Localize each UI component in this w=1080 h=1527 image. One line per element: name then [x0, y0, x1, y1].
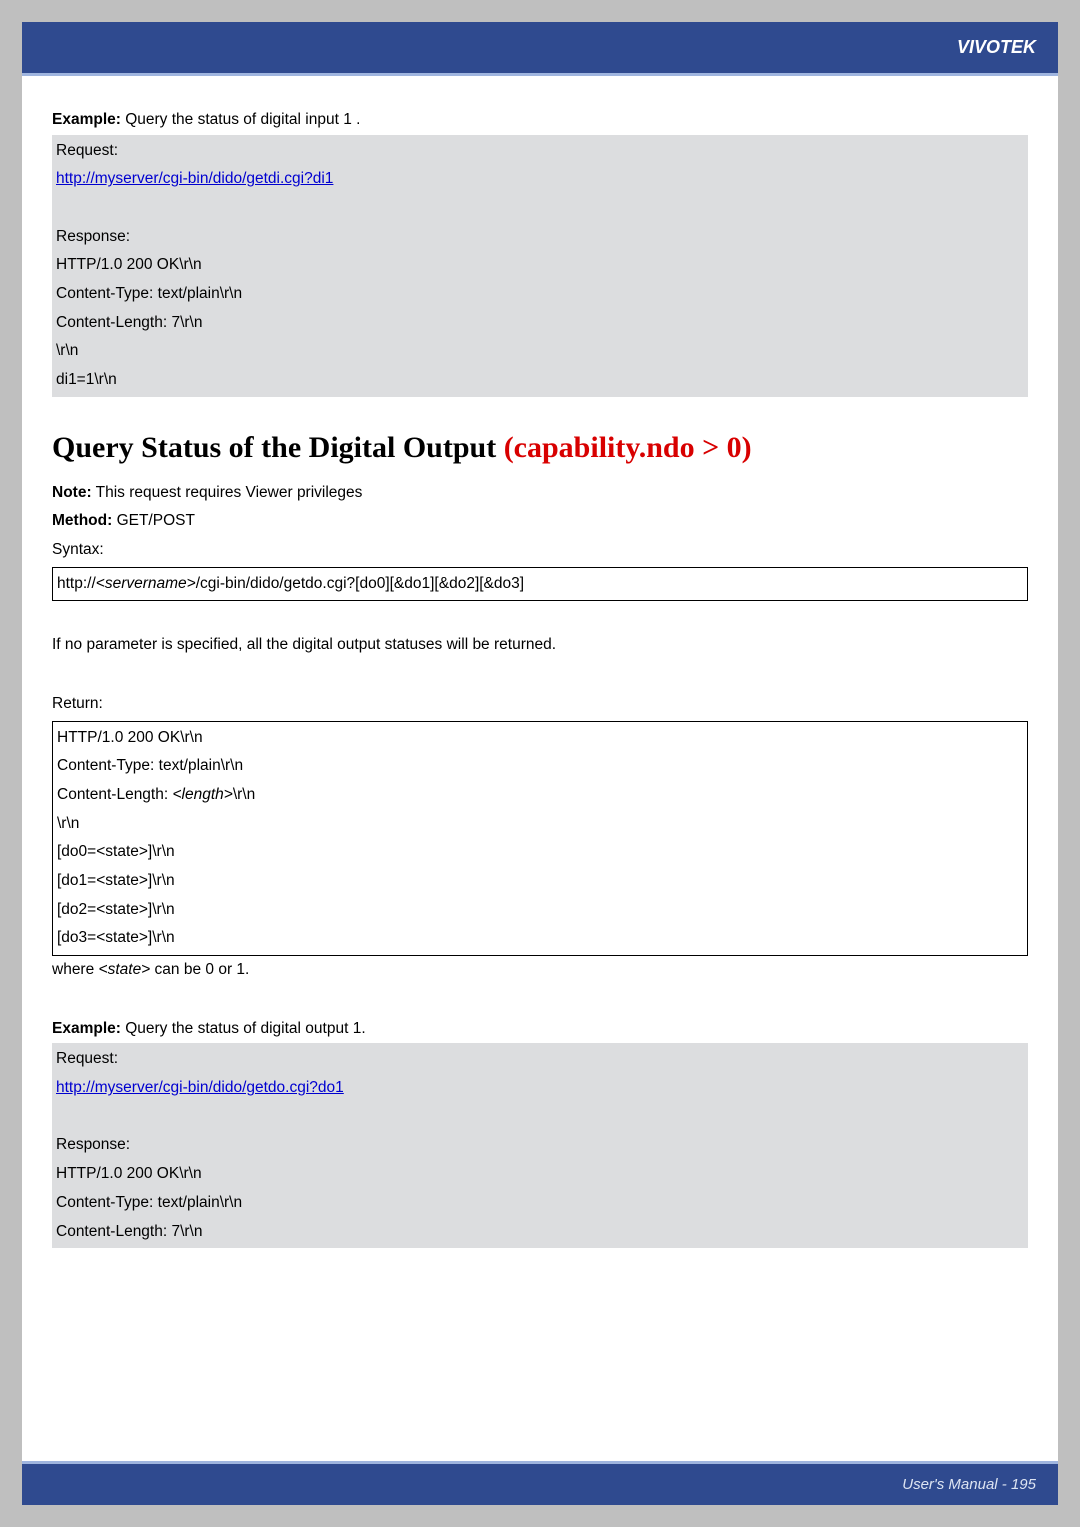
example1-text: Query the status of digital input 1 .: [121, 111, 361, 128]
method-label: Method:: [52, 512, 112, 529]
return-line: [do2=<state>]\r\n: [57, 896, 1023, 925]
return-line: [do0=<state>]\r\n: [57, 838, 1023, 867]
return-line: Content-Length: <length>\r\n: [57, 781, 1023, 810]
example1-intro: Example: Query the status of digital inp…: [52, 106, 1028, 135]
return-line: Content-Type: text/plain\r\n: [57, 752, 1023, 781]
method-text: GET/POST: [112, 512, 195, 529]
note-text: This request requires Viewer privileges: [92, 484, 363, 501]
response-line: HTTP/1.0 200 OK\r\n: [56, 251, 1024, 280]
syntax-servername: <servername>: [96, 575, 196, 592]
footer-band: User's Manual - 195: [22, 1461, 1058, 1505]
example2-intro: Example: Query the status of digital out…: [52, 1015, 1028, 1044]
where-a: where: [52, 961, 99, 978]
response-line: Content-Length: 7\r\n: [56, 309, 1024, 338]
note-label: Note:: [52, 484, 92, 501]
request-label: Request:: [56, 1045, 1024, 1074]
note-line: Note: This request requires Viewer privi…: [52, 479, 1028, 508]
return-line: [do3=<state>]\r\n: [57, 924, 1023, 953]
syntax-prefix: http://: [57, 575, 96, 592]
page-content: Example: Query the status of digital inp…: [22, 76, 1058, 1248]
syntax-suffix: /cgi-bin/dido/getdo.cgi?[do0][&do1][&do2…: [196, 575, 524, 592]
response-line: Content-Type: text/plain\r\n: [56, 1189, 1024, 1218]
response-line: Content-Type: text/plain\r\n: [56, 280, 1024, 309]
return-l3i: <length>: [172, 786, 232, 803]
method-line: Method: GET/POST: [52, 507, 1028, 536]
request-url-link[interactable]: http://myserver/cgi-bin/dido/getdi.cgi?d…: [56, 170, 333, 187]
response-label: Response:: [56, 223, 1024, 252]
response-line: di1=1\r\n: [56, 366, 1024, 395]
header-band: VIVOTEK: [22, 22, 1058, 76]
syntax-box: http://<servername>/cgi-bin/dido/getdo.c…: [52, 567, 1028, 602]
section-title-red: (capability.ndo > 0): [504, 431, 752, 464]
syntax-label: Syntax:: [52, 536, 1028, 565]
return-l3a: Content-Length:: [57, 786, 172, 803]
return-box: HTTP/1.0 200 OK\r\n Content-Type: text/p…: [52, 721, 1028, 956]
example-label: Example:: [52, 111, 121, 128]
return-line: HTTP/1.0 200 OK\r\n: [57, 724, 1023, 753]
response-line: \r\n: [56, 337, 1024, 366]
request-url-line: http://myserver/cgi-bin/dido/getdi.cgi?d…: [56, 165, 1024, 194]
example1-block: Request: http://myserver/cgi-bin/dido/ge…: [52, 135, 1028, 397]
request-url-link[interactable]: http://myserver/cgi-bin/dido/getdo.cgi?d…: [56, 1079, 344, 1096]
where-b: can be 0 or 1.: [150, 961, 249, 978]
blank-line: [56, 194, 1024, 223]
return-line: [do1=<state>]\r\n: [57, 867, 1023, 896]
footer-text: User's Manual - 195: [902, 1476, 1036, 1493]
noparam-text: If no parameter is specified, all the di…: [52, 631, 1028, 660]
response-line: Content-Length: 7\r\n: [56, 1218, 1024, 1247]
example2-block: Request: http://myserver/cgi-bin/dido/ge…: [52, 1043, 1028, 1248]
section-title-black: Query Status of the Digital Output: [52, 431, 504, 464]
response-line: HTTP/1.0 200 OK\r\n: [56, 1160, 1024, 1189]
example2-text: Query the status of digital output 1.: [121, 1020, 366, 1037]
where-line: where <state> can be 0 or 1.: [52, 956, 1028, 985]
section-title: Query Status of the Digital Output (capa…: [52, 431, 1028, 465]
example-label: Example:: [52, 1020, 121, 1037]
response-label: Response:: [56, 1131, 1024, 1160]
return-label: Return:: [52, 690, 1028, 719]
request-label: Request:: [56, 137, 1024, 166]
blank-line: [56, 1103, 1024, 1132]
where-i: <state>: [99, 961, 151, 978]
request-url-line: http://myserver/cgi-bin/dido/getdo.cgi?d…: [56, 1074, 1024, 1103]
brand-logo: VIVOTEK: [957, 37, 1036, 58]
return-line: \r\n: [57, 810, 1023, 839]
return-l3b: \r\n: [233, 786, 255, 803]
